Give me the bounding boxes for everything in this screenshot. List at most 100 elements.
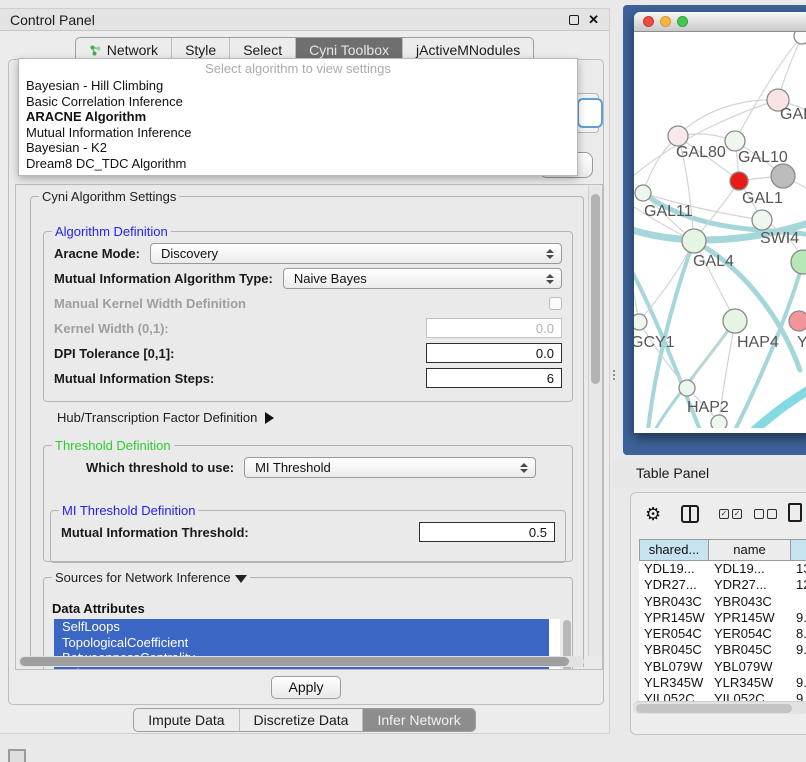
network-node-swi4[interactable] (752, 210, 772, 230)
focused-button-fragment[interactable] (577, 98, 603, 128)
column-header[interactable]: name (709, 539, 791, 561)
network-window[interactable]: GALGAL80GAL10GAL1GAL11SWI4GAL4GCY1HAP4YH… (634, 12, 806, 433)
bottom-tab-discretize-data[interactable]: Discretize Data (239, 709, 363, 731)
table-cell: YBL079W (709, 659, 791, 675)
horizontal-scrollbar[interactable] (18, 656, 584, 667)
control-panel-titlebar: Control Panel ✕ (0, 9, 609, 31)
table-row[interactable]: YDR27...YDR27...12 (639, 577, 806, 593)
mi-type-value: Naive Bayes (294, 271, 367, 286)
dpi-tolerance-field[interactable]: 0.0 (426, 343, 562, 363)
threshold-definition-group: Threshold Definition Which threshold to … (43, 438, 573, 562)
network-node-label: GAL4 (693, 253, 734, 270)
vertical-scrollbar[interactable] (588, 186, 601, 656)
data-attributes-label: Data Attributes (52, 601, 145, 616)
table-cell: YPR145W (709, 610, 791, 626)
algorithm-option[interactable]: Basic Correlation Inference (19, 94, 577, 110)
network-canvas[interactable]: GALGAL80GAL10GAL1GAL11SWI4GAL4GCY1HAP4YH… (634, 32, 806, 428)
hub-definition-expander[interactable]: Hub/Transcription Factor Definition (57, 410, 274, 425)
table-cell: YBR045C (709, 642, 791, 658)
network-edge[interactable] (755, 388, 806, 428)
close-icon[interactable]: ✕ (588, 15, 599, 25)
network-node-hap4[interactable] (723, 309, 747, 333)
network-node-hap2[interactable] (679, 380, 695, 396)
data-attribute-item[interactable]: TopologicalCoefficient (54, 635, 549, 651)
minimized-panel-button[interactable] (8, 749, 26, 762)
zoom-traffic-light[interactable] (677, 16, 688, 27)
table-row[interactable]: YBR043CYBR043C (639, 594, 806, 610)
table-cell: 9 (791, 691, 806, 701)
network-node-label: GAL11 (644, 203, 693, 220)
threshold-definition-title: Threshold Definition (52, 438, 174, 453)
mi-threshold-field[interactable]: 0.5 (419, 522, 555, 542)
network-node[interactable] (791, 250, 806, 274)
table-cell: YDL19... (639, 561, 709, 577)
gear-icon[interactable]: ⚙ (645, 503, 661, 525)
network-node-gal1[interactable] (730, 172, 748, 190)
table-panel-body: ⚙ ✓✓ shared...nameA YDL19...YDL19...13YD… (630, 492, 806, 735)
deselect-all-icon[interactable] (754, 509, 777, 519)
algorithm-option[interactable]: Mutual Information Inference (19, 125, 577, 141)
manual-kernel-checkbox[interactable] (549, 297, 562, 310)
bottom-tabbar: Impute DataDiscretize DataInfer Network (0, 708, 609, 732)
table-row[interactable]: YER054CYER054C8. (639, 626, 806, 642)
kernel-width-field: 0.0 (426, 318, 562, 338)
network-node[interactable] (711, 415, 727, 428)
table-row[interactable]: YDL19...YDL19...13 (639, 561, 806, 577)
table-cell: 8. (791, 626, 806, 642)
network-node[interactable] (771, 164, 795, 188)
network-node-gal80[interactable] (668, 126, 688, 146)
apply-button[interactable]: Apply (271, 676, 341, 699)
table-cell: 9. (791, 610, 806, 626)
table-cell: YBL079W (639, 659, 709, 675)
network-node-y[interactable] (789, 311, 806, 331)
collapse-arrow-icon (235, 575, 247, 583)
mi-steps-label: Mutual Information Steps: (54, 371, 214, 386)
network-node-gcy1[interactable] (634, 314, 647, 330)
network-edge[interactable] (735, 36, 802, 141)
algorithm-option[interactable]: Dream8 DC_TDC Algorithm (19, 156, 577, 172)
kernel-width-label: Kernel Width (0,1): (54, 321, 169, 336)
panel-splitter-grip[interactable] (613, 370, 619, 380)
close-traffic-light[interactable] (643, 16, 654, 27)
column-manager-icon[interactable] (681, 505, 699, 523)
mi-threshold-group: MI Threshold Definition Mutual Informati… (50, 503, 566, 563)
column-header[interactable]: A (791, 539, 806, 561)
table-rows: YDL19...YDL19...13YDR27...YDR27...12YBR0… (639, 561, 806, 701)
table-cell: YER054C (639, 626, 709, 642)
tab-label: Style (185, 42, 216, 58)
bottom-tab-impute-data[interactable]: Impute Data (134, 709, 238, 731)
column-header[interactable]: shared... (639, 539, 709, 561)
minimize-traffic-light[interactable] (660, 16, 671, 27)
table-row[interactable]: YBL079WYBL079W (639, 659, 806, 675)
network-node[interactable] (794, 32, 806, 44)
algorithm-option[interactable]: Bayesian - K2 (19, 140, 577, 156)
bottom-tab-infer-network[interactable]: Infer Network (362, 709, 474, 731)
network-edge[interactable] (639, 241, 694, 322)
which-threshold-combo[interactable]: MI Threshold (244, 457, 536, 478)
table-cell: YDR27... (709, 577, 791, 593)
export-table-icon[interactable] (788, 503, 802, 522)
table-row[interactable]: YIL052CYIL052C9 (639, 691, 806, 701)
hub-definition-label: Hub/Transcription Factor Definition (57, 410, 257, 425)
algorithm-dropdown-list: Bayesian - Hill ClimbingBasic Correlatio… (19, 78, 577, 172)
algorithm-option[interactable]: Bayesian - Hill Climbing (19, 78, 577, 94)
table-row[interactable]: YBR045CYBR045C9. (639, 642, 806, 658)
aracne-mode-value: Discovery (161, 246, 218, 261)
sources-group-title[interactable]: Sources for Network Inference (52, 570, 250, 585)
network-edge[interactable] (634, 100, 778, 185)
table-row[interactable]: YLR345WYLR345W9. (639, 675, 806, 691)
mi-steps-field[interactable]: 6 (426, 368, 562, 388)
table-horizontal-scrollbar[interactable] (633, 701, 806, 714)
data-attribute-item[interactable]: SelfLoops (54, 619, 549, 635)
aracne-mode-combo[interactable]: Discovery (150, 243, 562, 264)
mi-type-combo[interactable]: Naive Bayes (283, 268, 562, 289)
network-node-gal11[interactable] (635, 185, 651, 201)
network-node-gal4[interactable] (682, 229, 706, 253)
select-all-icon[interactable]: ✓✓ (719, 509, 742, 519)
float-panel-icon[interactable] (569, 15, 579, 25)
network-node-gal10[interactable] (725, 131, 745, 151)
algorithm-option[interactable]: ARACNE Algorithm (19, 109, 577, 125)
table-cell: YBR045C (639, 642, 709, 658)
table-row[interactable]: YPR145WYPR145W9. (639, 610, 806, 626)
expand-arrow-icon (265, 412, 274, 424)
